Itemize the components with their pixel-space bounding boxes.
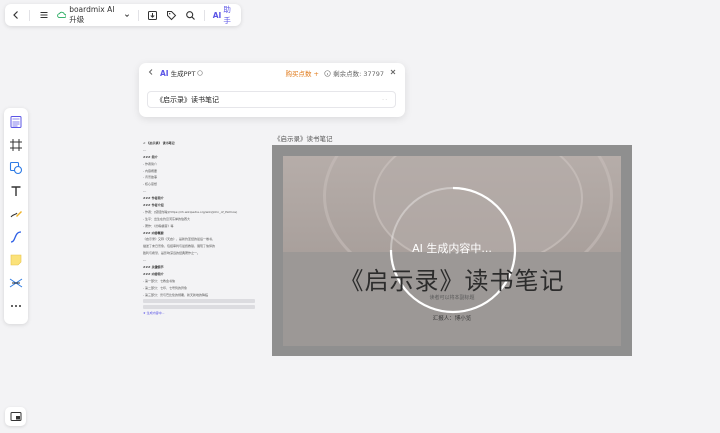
more-icon bbox=[11, 304, 21, 307]
minimap-button[interactable] bbox=[5, 407, 26, 426]
download-icon[interactable] bbox=[147, 9, 158, 21]
remaining-points: 剩余点数: 37797 bbox=[324, 68, 384, 78]
menu-icon[interactable] bbox=[38, 9, 48, 21]
frame-icon bbox=[10, 138, 22, 151]
template-icon bbox=[10, 115, 22, 128]
doc-line: - 生平：出生在约旦河东岸的伯赛大 bbox=[143, 216, 191, 221]
placeholder-bar bbox=[143, 299, 255, 304]
doc-line: 描述了末日景象，包括审判与最终救赎，展现了信仰的 bbox=[143, 244, 216, 249]
left-toolbar bbox=[4, 108, 28, 324]
panel-title: AI 生成PPT bbox=[160, 68, 204, 78]
minimap-icon bbox=[10, 412, 21, 421]
placeholder-bar bbox=[143, 305, 255, 310]
mindmap-tool[interactable] bbox=[7, 273, 25, 292]
ai-assistant-button[interactable]: AI 助手 bbox=[213, 4, 235, 26]
topic-input-value: 《启示录》读书笔记 bbox=[156, 95, 219, 104]
doc-line: - 内容概要 bbox=[143, 168, 158, 173]
doc-line: ### 作者介绍 bbox=[143, 203, 164, 208]
file-name: boardmix AI升级 bbox=[69, 5, 115, 24]
divider bbox=[203, 9, 205, 21]
generating-text: AI 生成内容中... bbox=[412, 242, 492, 255]
tag-icon[interactable] bbox=[166, 9, 177, 21]
doc-line: - 著作：《约翰福音》等 bbox=[143, 223, 174, 228]
top-toolbar: boardmix AI升级 AI 助手 bbox=[5, 4, 241, 26]
info-icon bbox=[324, 70, 331, 77]
ai-assistant-logo: AI bbox=[212, 10, 222, 20]
pen-icon bbox=[10, 210, 22, 217]
buy-points-label: 购买点数 bbox=[285, 70, 312, 78]
doc-line: - 第二部分：七印、七号筒的异象 bbox=[143, 285, 188, 290]
shape-tool[interactable] bbox=[7, 158, 25, 177]
doc-line: 胜利与希望，是影响深远的经典著作之一。 bbox=[143, 251, 201, 256]
slide-author: 汇报人：博小览 bbox=[432, 316, 472, 322]
remaining-points-label: 剩余点数: 37797 bbox=[333, 70, 384, 78]
slide-frame[interactable]: AI 生成内容中... 《启示录》读书笔记 读者可以将本副标题 汇报人：博小览 bbox=[272, 145, 632, 356]
doc-line: --- bbox=[143, 189, 147, 194]
help-icon[interactable] bbox=[197, 70, 204, 76]
doc-line: - 第三部分：兽与巴比伦的倾覆，新天新地的降临 bbox=[143, 292, 209, 297]
doc-line: - 作者：[使徒约翰](https://zh.wikipedia.org/wik… bbox=[143, 209, 238, 214]
more-tool[interactable] bbox=[7, 296, 25, 315]
doc-line: ### 作者简介 bbox=[143, 196, 164, 201]
frame-tool[interactable] bbox=[7, 135, 25, 154]
connector-tool[interactable] bbox=[7, 227, 25, 246]
divider bbox=[29, 9, 31, 21]
search-icon[interactable] bbox=[185, 9, 196, 21]
ai-panel-header: AI 生成PPT 购买点数 + 剩余点数: 37797 bbox=[139, 63, 405, 83]
back-icon[interactable] bbox=[11, 9, 21, 21]
plus-icon: + bbox=[311, 70, 319, 78]
divider bbox=[138, 9, 139, 21]
panel-title-ai: AI bbox=[160, 68, 169, 78]
doc-line: --- bbox=[143, 147, 147, 152]
doc-line: --- bbox=[143, 258, 147, 263]
panel-back-icon[interactable] bbox=[147, 68, 155, 78]
doc-line: ★ 生成内容中... bbox=[143, 311, 165, 316]
mindmap-icon bbox=[9, 278, 23, 287]
chevron-down-icon bbox=[124, 13, 130, 17]
doc-line: - 作者简介 bbox=[143, 161, 158, 166]
panel-title-text: 生成PPT bbox=[170, 70, 196, 78]
doc-line: ### 内容概要 bbox=[143, 230, 164, 235]
ai-assistant-label: 助手 bbox=[223, 5, 231, 25]
doc-line: - 核心思想 bbox=[143, 182, 158, 187]
cloud-icon bbox=[56, 11, 67, 19]
frame-label: 《启示录》读书笔记 bbox=[274, 135, 333, 143]
doc-line: ### 简介 bbox=[143, 154, 158, 159]
shape-icon bbox=[9, 161, 23, 174]
input-hint: · · bbox=[382, 96, 387, 103]
buy-points-link[interactable]: 购买点数 + bbox=[285, 68, 319, 78]
connector-icon bbox=[10, 230, 22, 243]
slide-subtitle: 读者可以将本副标题 bbox=[429, 295, 475, 301]
slide-title: 《启示录》读书笔记 bbox=[339, 267, 565, 295]
doc-line: 《启示录》又称《天启》，是新约圣经的最后一卷书， bbox=[143, 237, 216, 242]
close-icon[interactable] bbox=[389, 68, 397, 78]
doc-line: ### 关键情节 bbox=[143, 265, 164, 270]
doc-line: - 背景故事 bbox=[143, 175, 158, 180]
doc-line: < 《启示录》 读书笔记 bbox=[143, 141, 175, 145]
doc-line: - 第一部分：七教会书信 bbox=[143, 278, 176, 283]
pen-tool[interactable] bbox=[7, 204, 25, 223]
ai-ppt-panel: AI 生成PPT 购买点数 + 剩余点数: 37797 《启示录》读书笔记 · … bbox=[139, 63, 405, 117]
file-name-dropdown[interactable]: boardmix AI升级 bbox=[56, 5, 130, 25]
topic-input[interactable]: 《启示录》读书笔记 · · bbox=[147, 91, 396, 108]
doc-line: ### 内容简介 bbox=[143, 271, 164, 276]
sticky-note-tool[interactable] bbox=[7, 250, 25, 269]
outline-document: < 《启示录》 读书笔记 --- ### 简介 - 作者简介 - 内容概要 - 背景故事 -… bbox=[143, 141, 255, 331]
sticky-note-icon bbox=[10, 254, 22, 265]
text-icon bbox=[11, 185, 21, 196]
template-tool[interactable] bbox=[7, 112, 25, 131]
text-tool[interactable] bbox=[7, 181, 25, 200]
